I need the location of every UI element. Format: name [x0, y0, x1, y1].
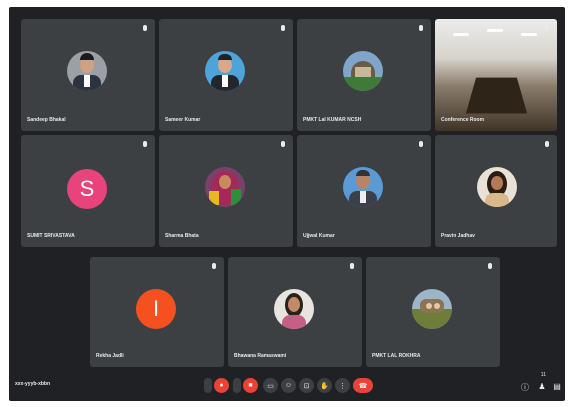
mic-muted-icon: [142, 25, 148, 33]
control-bar: xxx-yyyb-xbbn ● ■ ▭ ☺ ⊡ ✋ ⋮ ☎ ⓘ ♟ 11 ▤: [9, 369, 565, 401]
participant-name: Sameer Kumar: [165, 117, 201, 123]
participant-tile[interactable]: Ujjwal Kumar: [297, 135, 431, 247]
meeting-stage: Sandeep Bhakal Sameer Kumar PMKT Lal KUM…: [9, 7, 565, 401]
meeting-code: xxx-yyyb-xbbn: [15, 381, 51, 387]
participant-name: Pravin Jadhav: [441, 233, 475, 239]
participant-name: Rekha Jadli: [96, 353, 124, 359]
participant-tile[interactable]: Sameer Kumar: [159, 19, 293, 131]
participant-tile[interactable]: PMKT Lal KUMAR NCSH: [297, 19, 431, 131]
avatar: [343, 167, 383, 207]
more-options-button[interactable]: ⋮: [335, 378, 350, 393]
mic-muted-icon: [142, 141, 148, 149]
avatar: [412, 289, 452, 329]
emoji-button[interactable]: ☺: [281, 378, 296, 393]
avatar: [67, 51, 107, 91]
participant-tile[interactable]: PMKT LAL ROKHRA: [366, 257, 500, 367]
participant-tile[interactable]: S SUMIT SRIVASTAVA: [21, 135, 155, 247]
camera-off-button[interactable]: ■: [243, 378, 258, 393]
room-video: [435, 19, 557, 131]
participants-count: 11: [540, 372, 546, 378]
chat-icon[interactable]: ▤: [552, 382, 562, 391]
participant-name: Sharma Bhata: [165, 233, 199, 239]
emoji-icon: ☺: [284, 382, 293, 389]
raise-hand-button[interactable]: ✋: [317, 378, 332, 393]
participant-name: PMKT Lal KUMAR NCSH: [303, 117, 362, 123]
camera-off-icon: ■: [248, 382, 253, 389]
avatar: I: [136, 289, 176, 329]
avatar: [205, 51, 245, 91]
participant-tile[interactable]: I Rekha Jadli: [90, 257, 224, 367]
mic-muted-icon: [211, 263, 217, 271]
participant-name: Bhawana Ramaswami: [234, 353, 287, 359]
present-icon: ⊡: [303, 382, 310, 390]
participant-name: PMKT LAL ROKHRA: [372, 353, 421, 359]
mic-muted-icon: [280, 25, 286, 33]
participant-name: Conference Room: [441, 117, 485, 123]
mic-off-button[interactable]: ●: [214, 378, 229, 393]
participant-name: Sandeep Bhakal: [27, 117, 66, 123]
avatar: [343, 51, 383, 91]
mic-muted-icon: [544, 141, 550, 149]
participant-tile[interactable]: Sharma Bhata: [159, 135, 293, 247]
captions-button[interactable]: ▭: [263, 378, 278, 393]
people-icon[interactable]: ♟: [537, 382, 547, 391]
more-left-button[interactable]: [204, 378, 212, 393]
captions-icon: ▭: [267, 382, 274, 390]
participant-name: SUMIT SRIVASTAVA: [27, 233, 75, 239]
participant-tile[interactable]: Pravin Jadhav: [435, 135, 557, 247]
mic-muted-icon: [544, 25, 550, 33]
hand-icon: ✋: [320, 382, 329, 390]
mic-muted-icon: [280, 141, 286, 149]
phone-hangup-icon: ☎: [358, 382, 368, 390]
mic-muted-icon: [418, 141, 424, 149]
mic-muted-icon: [418, 25, 424, 33]
mic-muted-icon: [349, 263, 355, 271]
participant-tile[interactable]: Conference Room: [435, 19, 557, 131]
avatar: [205, 167, 245, 207]
participant-name: Ujjwal Kumar: [303, 233, 335, 239]
more-vert-icon: ⋮: [339, 382, 346, 390]
participant-tile[interactable]: Sandeep Bhakal: [21, 19, 155, 131]
mic-options-button[interactable]: [233, 378, 241, 393]
participant-tile[interactable]: Bhawana Ramaswami: [228, 257, 362, 367]
avatar: [477, 167, 517, 207]
present-button[interactable]: ⊡: [299, 378, 314, 393]
mic-off-icon: ●: [219, 382, 224, 389]
end-call-button[interactable]: ☎: [353, 378, 373, 393]
info-icon[interactable]: ⓘ: [520, 382, 530, 393]
avatar: S: [67, 169, 107, 209]
mic-muted-icon: [487, 263, 493, 271]
avatar: [274, 289, 314, 329]
